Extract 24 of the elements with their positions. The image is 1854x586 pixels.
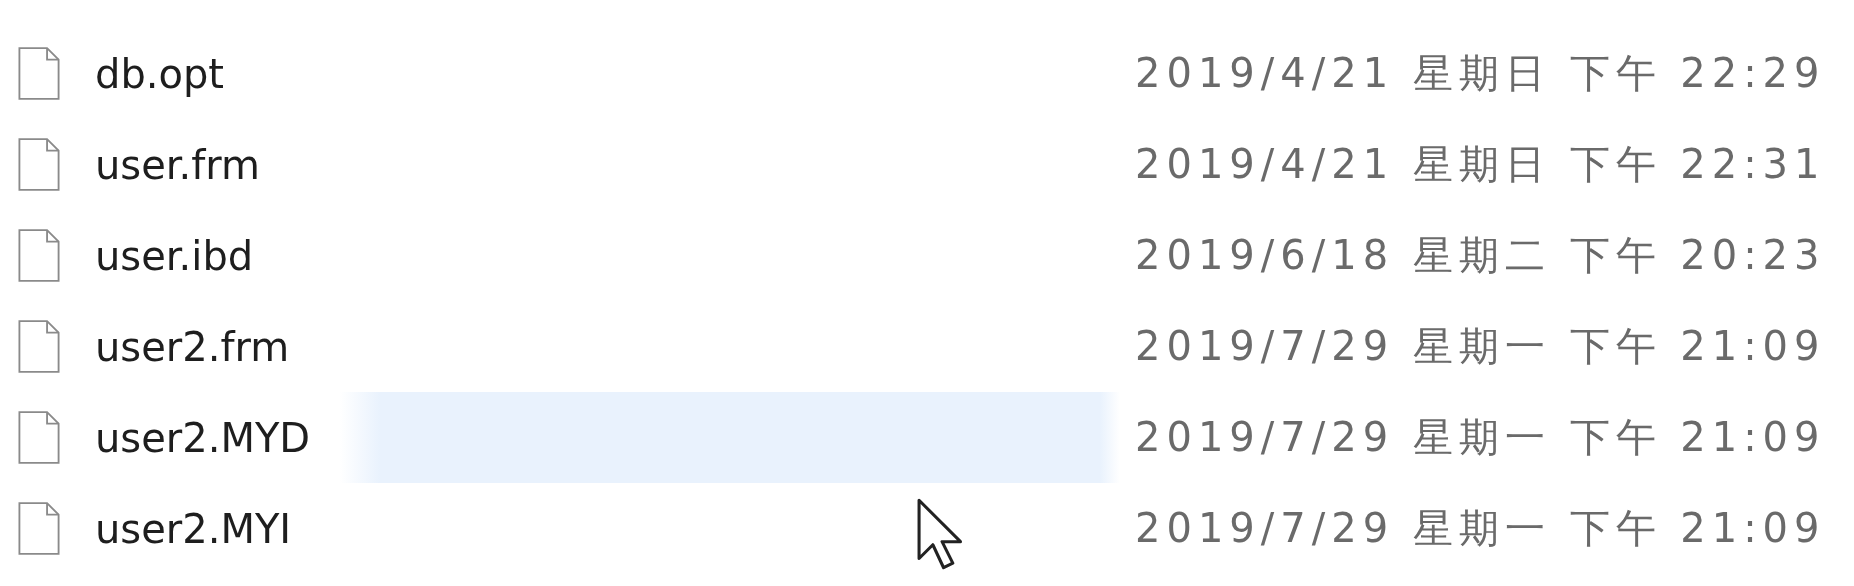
file-icon xyxy=(18,320,60,373)
file-icon xyxy=(18,502,60,555)
file-icon xyxy=(18,229,60,282)
file-row[interactable]: db.opt 2019/4/21 星期日 下午 22:29 xyxy=(0,28,1854,119)
file-row[interactable]: user2.frm 2019/7/29 星期一 下午 21:09 xyxy=(0,301,1854,392)
file-row[interactable]: user2.MYI 2019/7/29 星期一 下午 21:09 xyxy=(0,483,1854,574)
file-name[interactable]: user2.MYI xyxy=(95,505,1135,552)
mouse-cursor-icon xyxy=(916,497,962,571)
file-name[interactable]: user.ibd xyxy=(95,232,1135,279)
file-name[interactable]: db.opt xyxy=(95,50,1135,97)
modified-date: 2019/4/21 星期日 下午 22:29 xyxy=(1135,49,1826,98)
modified-date: 2019/6/18 星期二 下午 20:23 xyxy=(1135,231,1826,280)
file-name[interactable]: user2.frm xyxy=(95,323,1135,370)
file-icon xyxy=(18,411,60,464)
file-icon xyxy=(18,138,60,191)
file-row[interactable]: user.frm 2019/4/21 星期日 下午 22:31 xyxy=(0,119,1854,210)
file-name[interactable]: user.frm xyxy=(95,141,1135,188)
file-row[interactable]: user.ibd 2019/6/18 星期二 下午 20:23 xyxy=(0,210,1854,301)
modified-date: 2019/7/29 星期一 下午 21:09 xyxy=(1135,322,1826,371)
file-name[interactable]: user2.MYD xyxy=(95,414,1135,461)
modified-date: 2019/4/21 星期日 下午 22:31 xyxy=(1135,140,1826,189)
file-icon xyxy=(18,47,60,100)
modified-date: 2019/7/29 星期一 下午 21:09 xyxy=(1135,504,1826,553)
modified-date: 2019/7/29 星期一 下午 21:09 xyxy=(1135,413,1826,462)
